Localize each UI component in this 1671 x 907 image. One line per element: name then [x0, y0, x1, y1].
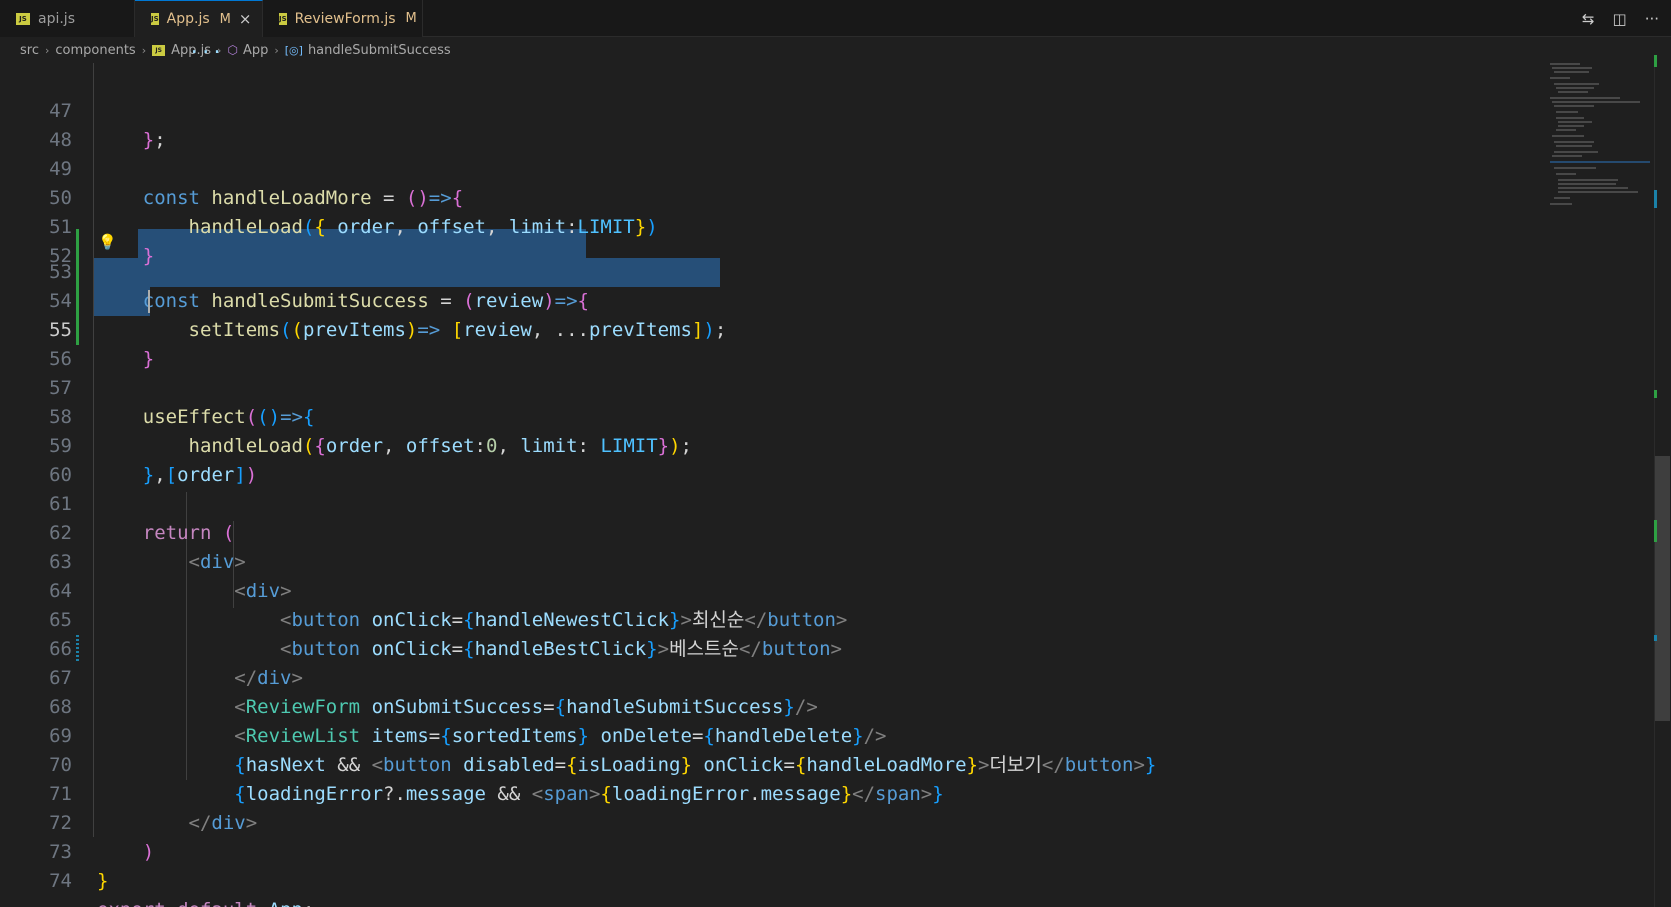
tab-label: ReviewForm.js: [294, 10, 396, 27]
overview-ruler-marker: [1654, 190, 1657, 208]
code-line: 54 setItems((prevItems)=> [review, ...pr…: [0, 258, 1540, 341]
modified-indicator: M: [219, 11, 231, 27]
code-line: 74 export default App;: [0, 838, 1540, 907]
code-line: 63 <div>: [0, 519, 1540, 602]
js-file-icon: JS: [16, 12, 30, 25]
code-line: 70 {loadingError?.message && <span>{load…: [0, 722, 1540, 805]
editor-tab-bar: JS api.js JS App.js M × JS ReviewForm.js…: [0, 0, 1671, 37]
text-cursor: [148, 290, 150, 313]
code-line: 73 }: [0, 809, 1540, 892]
overview-ruler-marker: [1654, 635, 1657, 641]
code-line: 47 };: [0, 68, 1540, 151]
more-actions-icon[interactable]: ···: [1645, 10, 1659, 28]
overview-ruler-marker: [1654, 55, 1657, 67]
code-line: 49 const handleLoadMore = ()=>{: [0, 126, 1540, 209]
code-line: 51 }: [0, 184, 1540, 267]
code-line: 61 return (: [0, 461, 1540, 544]
overview-ruler-marker: [1654, 520, 1657, 542]
code-line: 64 <button onClick={handleNewestClick}>최…: [0, 548, 1540, 631]
code-line: 71 </div>: [0, 751, 1540, 834]
code-editor[interactable]: ... 💡 47 }; 48 49 const handleLoadMore =…: [0, 47, 1671, 907]
code-line: 67 <ReviewForm onSubmitSuccess={handleSu…: [0, 635, 1540, 718]
close-icon[interactable]: ×: [239, 10, 252, 28]
scrollbar-thumb[interactable]: [1655, 456, 1670, 721]
tab-label: App.js: [166, 11, 210, 27]
line-number: 74: [49, 870, 72, 892]
code-line: ...: [97, 47, 223, 58]
code-line: 69 {hasNext && <button disabled={isLoadi…: [0, 693, 1540, 776]
code-line: 57 useEffect(()=>{: [0, 345, 1540, 428]
code-line: 59 },[order]): [0, 403, 1540, 486]
code-line: 68 <ReviewList items={sortedItems} onDel…: [0, 664, 1540, 747]
tab-app-js[interactable]: JS App.js M ×: [135, 0, 263, 37]
modified-indicator: M: [405, 11, 417, 26]
code-line: 60: [0, 432, 1540, 486]
code-line: 66 </div>: [0, 606, 1540, 689]
code-line: 72 ): [0, 780, 1540, 863]
tab-api-js[interactable]: JS api.js: [0, 0, 135, 37]
code-line: 58 handleLoad({order, offset:0, limit: L…: [0, 374, 1540, 457]
code-line: 65 <button onClick={handleBestClick}>베스트…: [0, 577, 1540, 660]
code-line: 62 <div>: [0, 490, 1540, 573]
code-line: 56: [0, 316, 1540, 370]
tab-reviewform-js[interactable]: JS ReviewForm.js M: [263, 0, 423, 37]
code-line: 50 handleLoad({ order, offset, limit:LIM…: [0, 155, 1540, 238]
tab-label: api.js: [38, 10, 75, 27]
code-line: 48: [0, 97, 1540, 151]
code-line: 55 }: [0, 287, 1540, 370]
js-file-icon: JS: [151, 13, 159, 25]
editor-actions: ⇆ ◫ ···: [1582, 0, 1659, 37]
code-line: 53 const handleSubmitSuccess = (review)=…: [0, 229, 1540, 312]
overview-ruler-marker: [1654, 390, 1657, 398]
split-editor-icon[interactable]: ◫: [1613, 10, 1627, 28]
open-changes-icon[interactable]: ⇆: [1582, 10, 1595, 28]
minimap[interactable]: [1540, 63, 1650, 213]
js-file-icon: JS: [279, 12, 287, 25]
